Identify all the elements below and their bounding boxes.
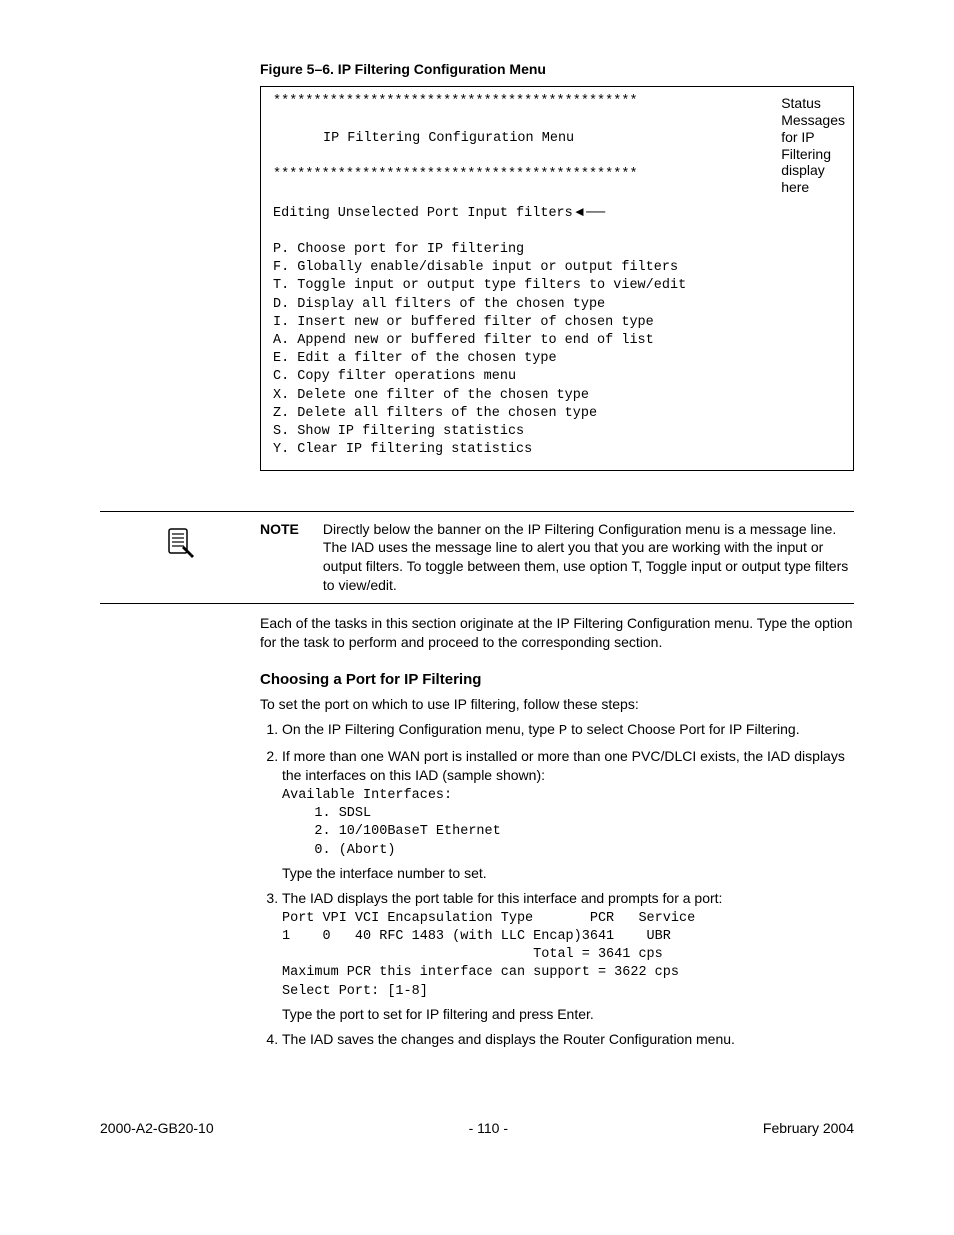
step-2-after: Type the interface number to set. <box>282 865 487 881</box>
port-table-block: Port VPI VCI Encapsulation Type PCR Serv… <box>282 910 854 1001</box>
note-block: NOTE Directly below the banner on the IP… <box>100 511 854 605</box>
intro-paragraph: Each of the tasks in this section origin… <box>260 614 854 652</box>
menu-item-z: Z. Delete all filters of the chosen type <box>273 405 841 423</box>
menu-item-s: S. Show IP filtering statistics <box>273 423 841 441</box>
menu-blank4 <box>273 223 841 241</box>
menu-blank2 <box>273 148 841 166</box>
step-4: The IAD saves the changes and displays t… <box>282 1030 854 1049</box>
step-3: The IAD displays the port table for this… <box>282 889 854 1024</box>
menu-blank3 <box>273 184 841 202</box>
menu-item-e: E. Edit a filter of the chosen type <box>273 350 841 368</box>
note-label: NOTE <box>260 520 299 596</box>
footer-left: 2000-A2-GB20-10 <box>100 1119 214 1137</box>
figure-caption: Figure 5–6. IP Filtering Configuration M… <box>260 60 854 78</box>
menu-editing-line: Editing Unselected Port Input filters◄── <box>273 203 841 223</box>
page-footer: 2000-A2-GB20-10 - 110 - February 2004 <box>100 1119 854 1137</box>
section-lead: To set the port on which to use IP filte… <box>260 695 854 714</box>
configuration-menu-box: StatusMessagesfor IPFilteringdisplayhere… <box>260 86 854 470</box>
menu-item-f: F. Globally enable/disable input or outp… <box>273 259 841 277</box>
step-3-after: Type the port to set for IP filtering an… <box>282 1006 594 1022</box>
steps-list: On the IP Filtering Configuration menu, … <box>260 720 854 1048</box>
status-annotation: StatusMessagesfor IPFilteringdisplayhere <box>781 95 845 196</box>
menu-item-a: A. Append new or buffered filter to end … <box>273 332 841 350</box>
note-icon <box>162 526 198 562</box>
menu-item-t: T. Toggle input or output type filters t… <box>273 277 841 295</box>
menu-stars-bottom: ****************************************… <box>273 166 841 184</box>
menu-item-c: C. Copy filter operations menu <box>273 368 841 386</box>
section-heading: Choosing a Port for IP Filtering <box>260 670 854 690</box>
note-text: Directly below the banner on the IP Filt… <box>323 520 854 596</box>
key-p: P <box>559 723 567 739</box>
menu-blank <box>273 111 841 129</box>
step-2: If more than one WAN port is installed o… <box>282 747 854 883</box>
menu-title: IP Filtering Configuration Menu <box>273 130 841 148</box>
footer-right: February 2004 <box>763 1119 854 1137</box>
menu-item-d: D. Display all filters of the chosen typ… <box>273 296 841 314</box>
interfaces-block: Available Interfaces: 1. SDSL 2. 10/100B… <box>282 787 854 860</box>
menu-item-y: Y. Clear IP filtering statistics <box>273 441 841 459</box>
step-1: On the IP Filtering Configuration menu, … <box>282 720 854 741</box>
menu-stars-top: ****************************************… <box>273 93 841 111</box>
menu-item-i: I. Insert new or buffered filter of chos… <box>273 314 841 332</box>
menu-item-x: X. Delete one filter of the chosen type <box>273 387 841 405</box>
menu-item-p: P. Choose port for IP filtering <box>273 241 841 259</box>
footer-center: - 110 - <box>469 1119 508 1137</box>
